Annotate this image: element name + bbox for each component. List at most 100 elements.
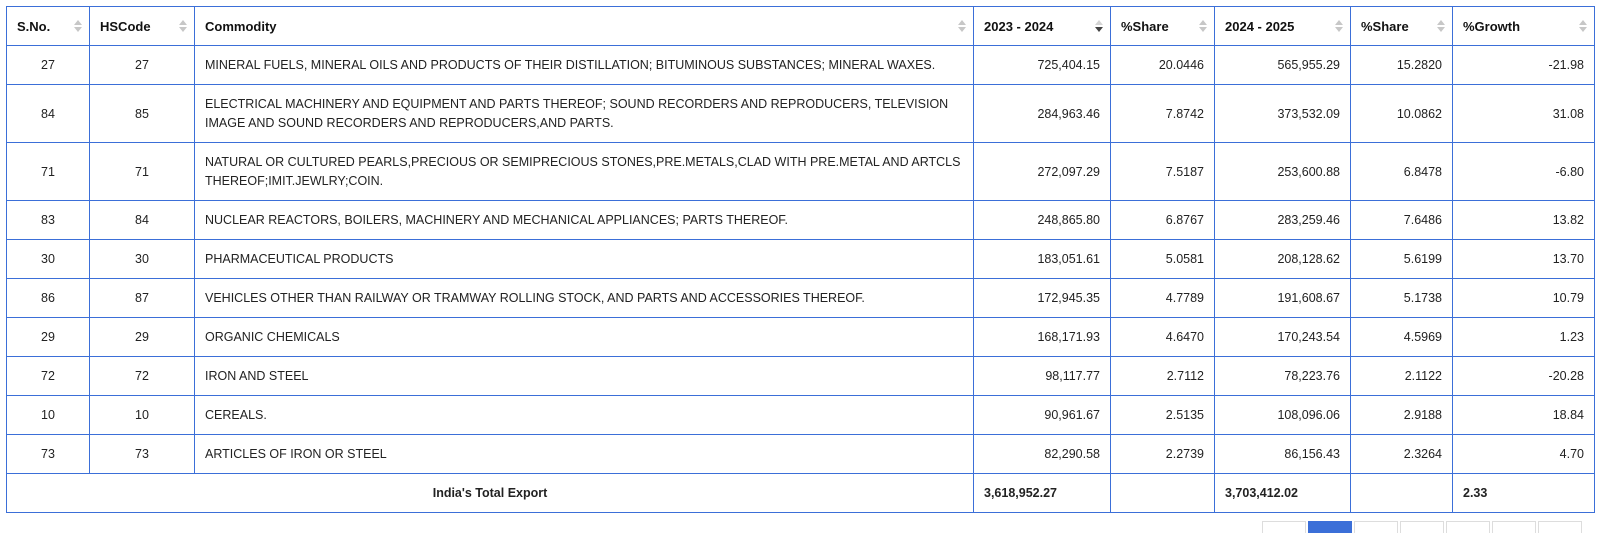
cell-sno: 86 <box>6 278 90 318</box>
cell-share-2024-2025: 10.0862 <box>1350 84 1453 143</box>
total-growth: 2.33 <box>1452 473 1595 513</box>
cell-hscode: 84 <box>89 200 195 240</box>
header-growth[interactable]: %Growth <box>1452 6 1595 46</box>
pagination-button[interactable] <box>1262 521 1306 533</box>
cell-growth: 10.79 <box>1452 278 1595 318</box>
pagination-button[interactable] <box>1400 521 1444 533</box>
cell-hscode: 10 <box>89 395 195 435</box>
cell-share-2023-2024: 6.8767 <box>1110 200 1215 240</box>
cell-share-2023-2024: 20.0446 <box>1110 45 1215 85</box>
cell-growth: 4.70 <box>1452 434 1595 474</box>
header-value-2023-2024[interactable]: 2023 - 2024 <box>973 6 1111 46</box>
pagination-button-active[interactable] <box>1308 521 1352 533</box>
table-row: 30 30 PHARMACEUTICAL PRODUCTS 183,051.61… <box>6 239 1595 279</box>
table-row: 10 10 CEREALS. 90,961.67 2.5135 108,096.… <box>6 395 1595 435</box>
sort-icon[interactable] <box>179 20 187 32</box>
cell-growth: 13.70 <box>1452 239 1595 279</box>
pagination <box>1262 521 1582 533</box>
cell-value-2024-2025: 170,243.54 <box>1214 317 1351 357</box>
pagination-button[interactable] <box>1446 521 1490 533</box>
cell-value-2024-2025: 283,259.46 <box>1214 200 1351 240</box>
cell-growth: -21.98 <box>1452 45 1595 85</box>
cell-value-2024-2025: 565,955.29 <box>1214 45 1351 85</box>
sort-icon[interactable] <box>1199 20 1207 32</box>
cell-commodity: IRON AND STEEL <box>194 356 974 396</box>
header-commodity[interactable]: Commodity <box>194 6 974 46</box>
table-row: 86 87 VEHICLES OTHER THAN RAILWAY OR TRA… <box>6 278 1595 318</box>
cell-growth: -20.28 <box>1452 356 1595 396</box>
cell-value-2023-2024: 725,404.15 <box>973 45 1111 85</box>
cell-hscode: 85 <box>89 84 195 143</box>
cell-hscode: 27 <box>89 45 195 85</box>
table-row: 72 72 IRON AND STEEL 98,117.77 2.7112 78… <box>6 356 1595 396</box>
cell-value-2023-2024: 272,097.29 <box>973 142 1111 201</box>
cell-hscode: 72 <box>89 356 195 396</box>
sort-icon[interactable] <box>1437 20 1445 32</box>
pagination-button[interactable] <box>1354 521 1398 533</box>
header-label: %Growth <box>1463 18 1521 34</box>
header-label: 2023 - 2024 <box>984 18 1054 34</box>
cell-commodity: PHARMACEUTICAL PRODUCTS <box>194 239 974 279</box>
cell-share-2024-2025: 4.5969 <box>1350 317 1453 357</box>
cell-value-2024-2025: 191,608.67 <box>1214 278 1351 318</box>
header-label: HSCode <box>100 18 151 34</box>
cell-share-2024-2025: 6.8478 <box>1350 142 1453 201</box>
cell-commodity: ELECTRICAL MACHINERY AND EQUIPMENT AND P… <box>194 84 974 143</box>
header-label: Commodity <box>205 18 277 34</box>
sort-icon[interactable] <box>1579 20 1587 32</box>
cell-growth: 13.82 <box>1452 200 1595 240</box>
cell-share-2024-2025: 7.6486 <box>1350 200 1453 240</box>
cell-value-2024-2025: 373,532.09 <box>1214 84 1351 143</box>
cell-share-2024-2025: 5.6199 <box>1350 239 1453 279</box>
cell-sno: 30 <box>6 239 90 279</box>
cell-hscode: 30 <box>89 239 195 279</box>
table-row: 71 71 NATURAL OR CULTURED PEARLS,PRECIOU… <box>6 142 1595 201</box>
cell-growth: 18.84 <box>1452 395 1595 435</box>
header-share-2024-2025[interactable]: %Share <box>1350 6 1453 46</box>
cell-share-2023-2024: 7.8742 <box>1110 84 1215 143</box>
sort-icon[interactable] <box>958 20 966 32</box>
sort-icon[interactable] <box>1335 20 1343 32</box>
pagination-button[interactable] <box>1492 521 1536 533</box>
cell-value-2024-2025: 86,156.43 <box>1214 434 1351 474</box>
header-hscode[interactable]: HSCode <box>89 6 195 46</box>
cell-value-2023-2024: 248,865.80 <box>973 200 1111 240</box>
header-label: %Share <box>1121 18 1169 34</box>
cell-value-2023-2024: 82,290.58 <box>973 434 1111 474</box>
total-value-2023-2024: 3,618,952.27 <box>973 473 1111 513</box>
header-value-2024-2025[interactable]: 2024 - 2025 <box>1214 6 1351 46</box>
cell-commodity: ARTICLES OF IRON OR STEEL <box>194 434 974 474</box>
cell-hscode: 29 <box>89 317 195 357</box>
header-share-2023-2024[interactable]: %Share <box>1110 6 1215 46</box>
cell-sno: 10 <box>6 395 90 435</box>
sort-desc-icon[interactable] <box>1095 20 1103 32</box>
table-row: 84 85 ELECTRICAL MACHINERY AND EQUIPMENT… <box>6 84 1595 143</box>
header-label: S.No. <box>17 18 51 34</box>
cell-share-2024-2025: 15.2820 <box>1350 45 1453 85</box>
cell-commodity: CEREALS. <box>194 395 974 435</box>
cell-commodity: VEHICLES OTHER THAN RAILWAY OR TRAMWAY R… <box>194 278 974 318</box>
cell-value-2024-2025: 253,600.88 <box>1214 142 1351 201</box>
total-row: India's Total Export 3,618,952.27 3,703,… <box>6 473 1595 513</box>
sort-icon[interactable] <box>74 20 82 32</box>
cell-sno: 84 <box>6 84 90 143</box>
cell-sno: 73 <box>6 434 90 474</box>
cell-share-2023-2024: 4.7789 <box>1110 278 1215 318</box>
cell-share-2024-2025: 2.3264 <box>1350 434 1453 474</box>
cell-value-2023-2024: 168,171.93 <box>973 317 1111 357</box>
cell-share-2023-2024: 7.5187 <box>1110 142 1215 201</box>
cell-hscode: 87 <box>89 278 195 318</box>
cell-commodity: NUCLEAR REACTORS, BOILERS, MACHINERY AND… <box>194 200 974 240</box>
cell-commodity: NATURAL OR CULTURED PEARLS,PRECIOUS OR S… <box>194 142 974 201</box>
cell-value-2024-2025: 208,128.62 <box>1214 239 1351 279</box>
cell-sno: 29 <box>6 317 90 357</box>
pagination-button[interactable] <box>1538 521 1582 533</box>
total-share-2023-2024 <box>1110 473 1215 513</box>
cell-share-2024-2025: 2.9188 <box>1350 395 1453 435</box>
cell-sno: 71 <box>6 142 90 201</box>
export-commodity-table: S.No. HSCode Commodity 2023 - 2024 %Shar… <box>6 6 1595 513</box>
header-sno[interactable]: S.No. <box>6 6 90 46</box>
cell-share-2024-2025: 5.1738 <box>1350 278 1453 318</box>
cell-growth: -6.80 <box>1452 142 1595 201</box>
total-value-2024-2025: 3,703,412.02 <box>1214 473 1351 513</box>
